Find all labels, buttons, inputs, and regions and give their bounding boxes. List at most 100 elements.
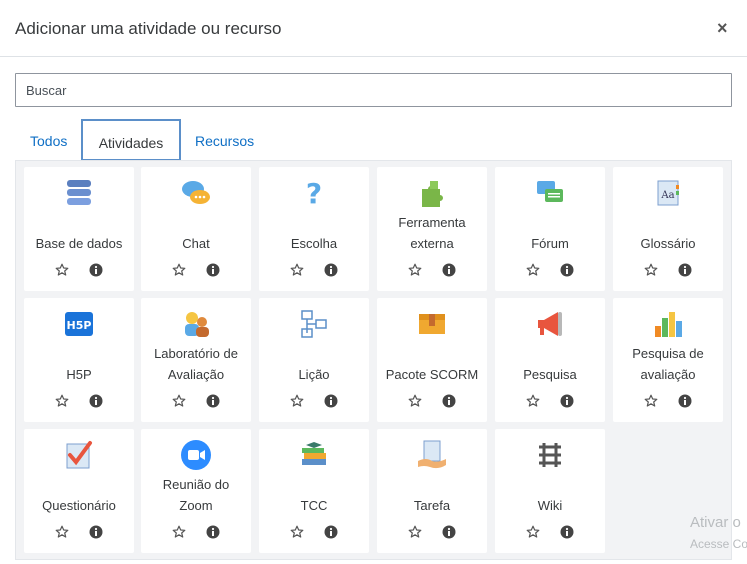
megaphone-icon: [534, 308, 566, 340]
activity-card[interactable]: Lição: [259, 298, 369, 422]
activity-label: TCC: [300, 498, 328, 513]
question-icon: ?: [298, 177, 330, 210]
star-icon[interactable]: [172, 394, 186, 408]
activity-card[interactable]: Wiki: [495, 429, 605, 553]
activity-card[interactable]: Chat: [141, 167, 251, 291]
activity-label: Zoom: [179, 498, 213, 513]
activity-label-line1: Reunião do: [162, 477, 230, 492]
activity-label: Fórum: [531, 236, 569, 251]
books-icon: [298, 439, 330, 471]
activity-card[interactable]: Pesquisa de avaliação: [613, 298, 723, 422]
activity-label-line1: Pesquisa de: [632, 346, 704, 361]
database-icon: [63, 177, 95, 209]
star-icon[interactable]: [290, 525, 304, 539]
info-icon[interactable]: [89, 263, 103, 277]
info-icon[interactable]: [206, 394, 220, 408]
activity-card[interactable]: ? Escolha: [259, 167, 369, 291]
activity-label: Base de dados: [35, 236, 123, 251]
activity-label: Tarefa: [413, 498, 451, 513]
info-icon[interactable]: [324, 394, 338, 408]
close-icon[interactable]: ×: [717, 18, 728, 39]
dialog-title: Adicionar uma atividade ou recurso: [15, 19, 282, 38]
svg-text:Aa: Aa: [660, 190, 674, 201]
info-icon[interactable]: [678, 263, 692, 277]
info-icon[interactable]: [89, 525, 103, 539]
dialog-header: Adicionar uma atividade ou recurso ×: [0, 0, 747, 57]
svg-text:H5P: H5P: [67, 319, 92, 332]
activity-label: Lição: [298, 367, 330, 382]
activity-label: Glossário: [640, 236, 696, 251]
add-activity-dialog: Adicionar uma atividade ou recurso × Tod…: [0, 0, 747, 564]
activity-card[interactable]: Base de dados: [24, 167, 134, 291]
tab-todos[interactable]: Todos: [30, 119, 67, 161]
quiz-icon: [63, 439, 95, 471]
info-icon[interactable]: [206, 525, 220, 539]
activity-card[interactable]: H5P H5P: [24, 298, 134, 422]
star-icon[interactable]: [55, 525, 69, 539]
star-icon[interactable]: [290, 263, 304, 277]
activity-label: Wiki: [537, 498, 563, 513]
activity-card[interactable]: Fórum: [495, 167, 605, 291]
activity-card[interactable]: TCC: [259, 429, 369, 553]
info-icon[interactable]: [442, 263, 456, 277]
info-icon[interactable]: [89, 394, 103, 408]
activity-label: Avaliação: [167, 367, 225, 382]
star-icon[interactable]: [408, 525, 422, 539]
star-icon[interactable]: [55, 263, 69, 277]
h5p-icon: H5P: [63, 308, 95, 340]
star-icon[interactable]: [172, 263, 186, 277]
workshop-icon: [180, 308, 212, 340]
activity-label: Pacote SCORM: [385, 367, 479, 382]
wiki-icon: [534, 439, 566, 471]
activity-grid: Base de dados Chat? Escolha Ferramenta exter…: [15, 160, 732, 560]
activity-card[interactable]: Reunião do Zoom: [141, 429, 251, 553]
info-icon[interactable]: [324, 525, 338, 539]
activity-card[interactable]: Aa Glossário: [613, 167, 723, 291]
star-icon[interactable]: [526, 525, 540, 539]
activity-card[interactable]: Pacote SCORM: [377, 298, 487, 422]
activity-label: H5P: [66, 367, 92, 382]
activity-label: Chat: [182, 236, 210, 251]
forum-icon: [534, 177, 566, 209]
info-icon[interactable]: [442, 525, 456, 539]
info-icon[interactable]: [560, 525, 574, 539]
activity-card[interactable]: Laboratório de Avaliação: [141, 298, 251, 422]
activity-label: Escolha: [290, 236, 338, 251]
info-icon[interactable]: [560, 263, 574, 277]
scorm-icon: [416, 308, 448, 340]
info-icon[interactable]: [678, 394, 692, 408]
activity-card[interactable]: Questionário: [24, 429, 134, 553]
activation-watermark: Ativar o: [690, 514, 741, 531]
tab-recursos[interactable]: Recursos: [195, 119, 254, 161]
activity-card[interactable]: Pesquisa: [495, 298, 605, 422]
star-icon[interactable]: [408, 394, 422, 408]
info-icon[interactable]: [324, 263, 338, 277]
activity-label: Pesquisa: [523, 367, 577, 382]
activity-label: externa: [410, 236, 454, 251]
activity-label-line1: Laboratório de: [154, 346, 238, 361]
star-icon[interactable]: [55, 394, 69, 408]
star-icon[interactable]: [172, 525, 186, 539]
bar-chart-icon: [652, 308, 684, 340]
lesson-icon: [298, 308, 330, 340]
info-icon[interactable]: [560, 394, 574, 408]
star-icon[interactable]: [526, 394, 540, 408]
glossary-icon: Aa: [652, 177, 684, 209]
star-icon[interactable]: [408, 263, 422, 277]
star-icon[interactable]: [644, 263, 658, 277]
svg-text:?: ?: [306, 177, 322, 209]
assignment-icon: [416, 439, 448, 471]
info-icon[interactable]: [206, 263, 220, 277]
star-icon[interactable]: [290, 394, 304, 408]
tab-atividades[interactable]: Atividades: [81, 119, 181, 161]
activity-card[interactable]: Tarefa: [377, 429, 487, 553]
star-icon[interactable]: [644, 394, 658, 408]
activation-watermark-sub: Acesse Co: [690, 537, 747, 551]
activity-label-line1: Ferramenta: [398, 215, 466, 230]
star-icon[interactable]: [526, 263, 540, 277]
activity-card[interactable]: Ferramenta externa: [377, 167, 487, 291]
info-icon[interactable]: [442, 394, 456, 408]
chat-icon: [180, 177, 212, 209]
puzzle-icon: [416, 177, 448, 209]
search-input[interactable]: [15, 73, 732, 107]
